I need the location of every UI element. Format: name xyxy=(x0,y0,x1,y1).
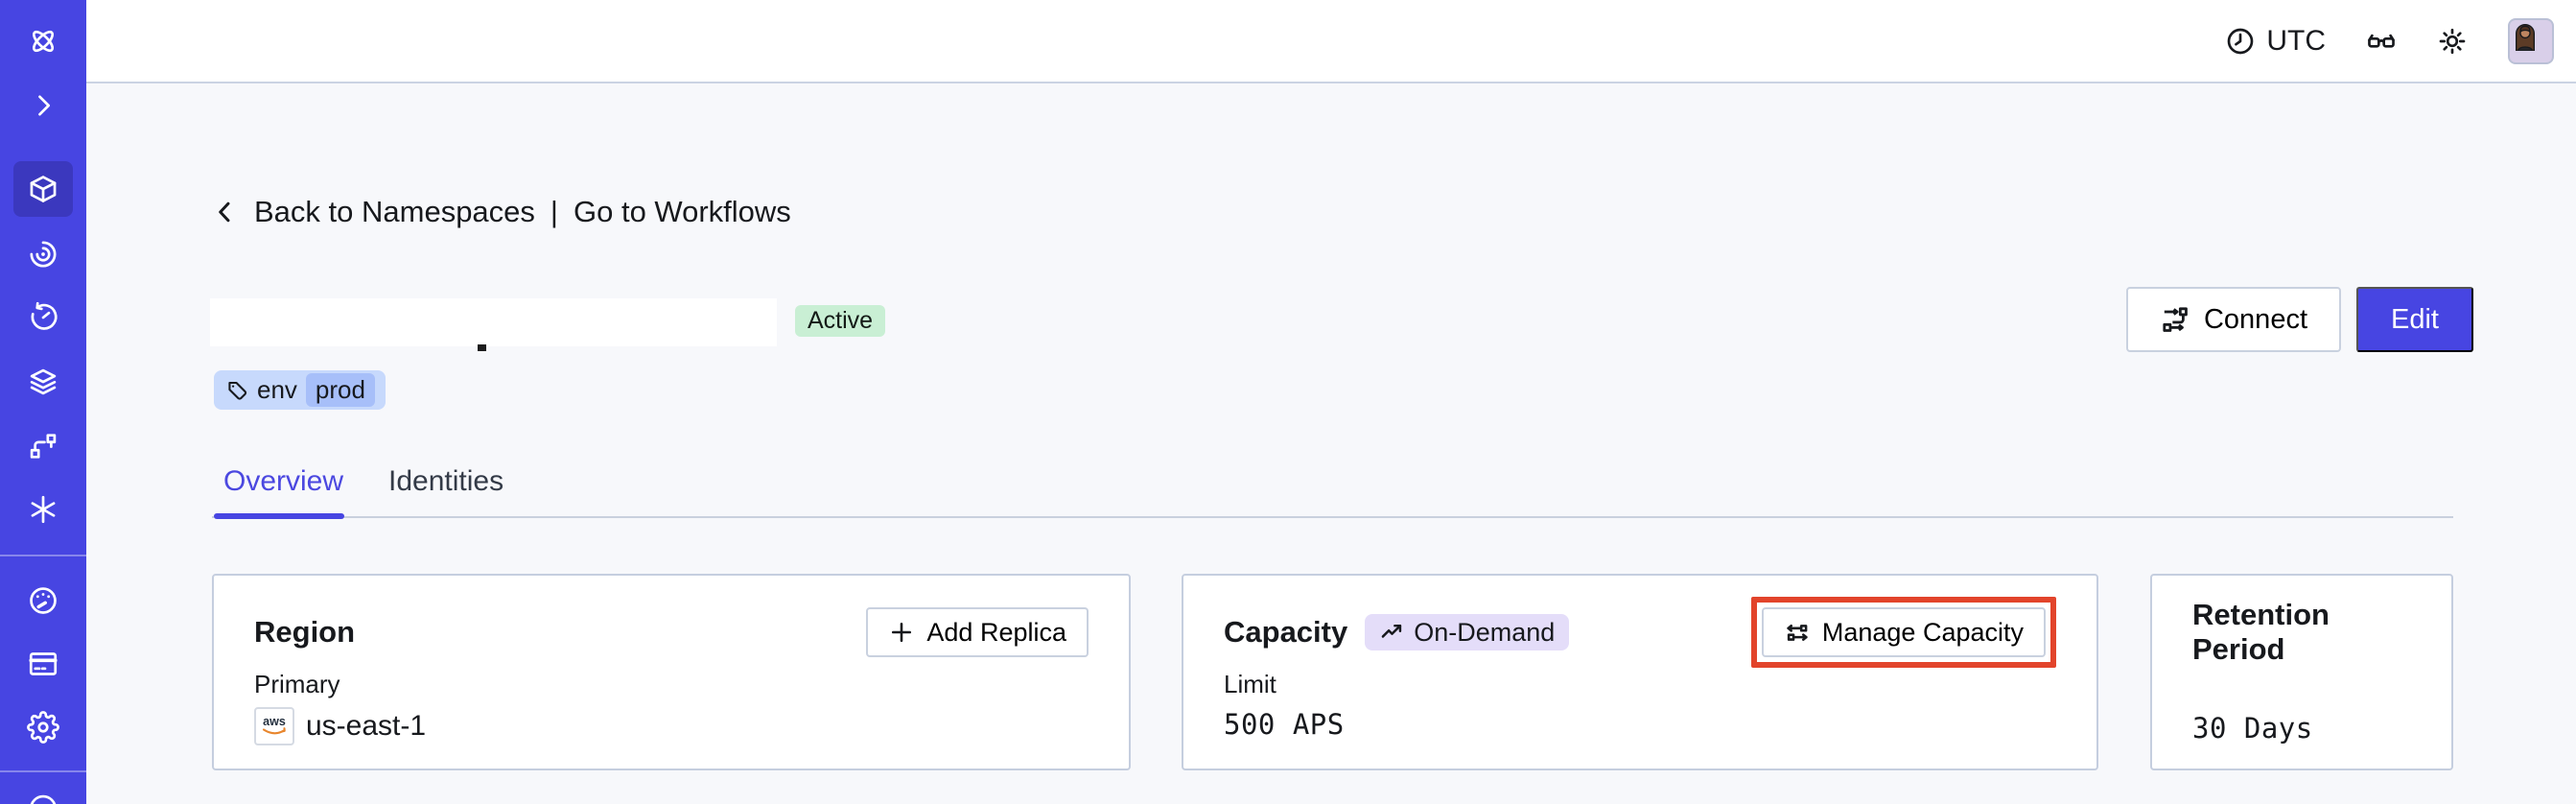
sidebar-item-billing-card-icon[interactable] xyxy=(0,647,86,681)
status-badge-label: Active xyxy=(808,307,874,334)
breadcrumb-separator: | xyxy=(550,195,558,228)
svg-text:aws: aws xyxy=(263,715,286,728)
limit-label: Limit xyxy=(1224,670,1276,698)
connect-flow-icon xyxy=(2163,307,2188,332)
retention-card: Retention Period 30 Days xyxy=(2150,574,2453,770)
breadcrumb-workflows-link[interactable]: Go to Workflows xyxy=(574,195,791,229)
redaction-text-artifact xyxy=(478,344,486,351)
tag-key: env xyxy=(257,375,297,404)
sidebar-divider xyxy=(0,770,86,772)
labs-glasses-icon[interactable] xyxy=(2366,26,2397,57)
manage-capacity-label: Manage Capacity xyxy=(1821,617,2024,647)
add-replica-label: Add Replica xyxy=(926,617,1066,647)
retention-card-title: Retention Period xyxy=(2192,598,2330,666)
tag-value-chip: prod xyxy=(305,373,375,407)
tab-bar: Overview Identities xyxy=(212,459,515,505)
user-avatar[interactable] xyxy=(2508,17,2554,64)
brightness-sun-icon[interactable] xyxy=(2437,26,2468,57)
temporal-logo-icon[interactable] xyxy=(0,24,86,59)
sidebar-collapse-chevron-right-icon[interactable] xyxy=(0,88,86,123)
tabs-divider-line xyxy=(212,516,2453,518)
sidebar-item-usage-gauge-icon[interactable] xyxy=(0,583,86,618)
breadcrumb: Back to Namespaces | Go to Workflows xyxy=(212,195,791,229)
add-replica-button[interactable]: Add Replica xyxy=(866,607,1089,657)
namespace-title-redacted xyxy=(210,298,777,346)
region-card: Region Add Replica Primary aws us-east-1 xyxy=(212,574,1131,770)
capacity-value: 500 APS xyxy=(1224,708,1345,741)
plus-icon xyxy=(892,622,912,643)
aws-provider-chip: aws xyxy=(254,707,294,745)
clock-icon xyxy=(2228,28,2254,54)
trending-up-icon xyxy=(1381,624,1402,638)
primary-label: Primary xyxy=(254,670,340,698)
sidebar-item-workflows-spiral-icon[interactable] xyxy=(0,237,86,272)
sidebar-divider xyxy=(0,555,86,556)
on-demand-badge: On-Demand xyxy=(1365,614,1570,650)
sidebar-item-namespaces-cube-icon[interactable] xyxy=(0,172,86,206)
sidebar xyxy=(0,0,86,804)
retention-value: 30 Days xyxy=(2192,712,2313,745)
connect-button-label: Connect xyxy=(2203,303,2307,335)
region-value: us-east-1 xyxy=(306,710,427,742)
back-chevron-icon[interactable] xyxy=(212,197,239,227)
topbar: UTC xyxy=(86,0,2576,83)
sidebar-item-settings-gear-icon[interactable] xyxy=(0,710,86,745)
sidebar-item-schedules-clock-icon[interactable] xyxy=(0,300,86,335)
edit-button[interactable]: Edit xyxy=(2356,287,2473,352)
tag-icon xyxy=(228,381,247,400)
active-tab-underline xyxy=(214,513,344,519)
edit-button-label: Edit xyxy=(2391,303,2439,335)
capacity-card-title: Capacity xyxy=(1224,615,1348,649)
sidebar-item-layers-icon[interactable] xyxy=(0,365,86,399)
annotation-highlight-box: Manage Capacity xyxy=(1750,597,2056,668)
aws-logo-icon: aws xyxy=(262,715,286,735)
connect-button[interactable]: Connect xyxy=(2126,287,2341,352)
sidebar-item-nexus-asterisk-icon[interactable] xyxy=(0,492,86,527)
manage-capacity-button[interactable]: Manage Capacity xyxy=(1761,607,2046,657)
region-card-title: Region xyxy=(254,615,356,649)
timezone-selector[interactable]: UTC xyxy=(2225,25,2326,58)
sidebar-item-support-globe-icon[interactable] xyxy=(0,789,86,804)
timezone-label: UTC xyxy=(2266,24,2326,57)
namespace-tag[interactable]: env prod xyxy=(214,370,386,410)
tab-overview[interactable]: Overview xyxy=(212,459,355,505)
capacity-card: Capacity On-Demand Manage Capacity Limit… xyxy=(1182,574,2098,770)
sliders-icon xyxy=(1787,624,1808,641)
on-demand-badge-label: On-Demand xyxy=(1414,617,1556,647)
tab-identities[interactable]: Identities xyxy=(377,459,515,505)
breadcrumb-back-link[interactable]: Back to Namespaces xyxy=(254,195,535,229)
sidebar-item-deployments-branch-icon[interactable] xyxy=(0,429,86,463)
namespace-detail-page: UTC Back to Namespaces | Go to Workflows… xyxy=(0,0,2576,804)
status-badge: Active xyxy=(795,305,886,337)
